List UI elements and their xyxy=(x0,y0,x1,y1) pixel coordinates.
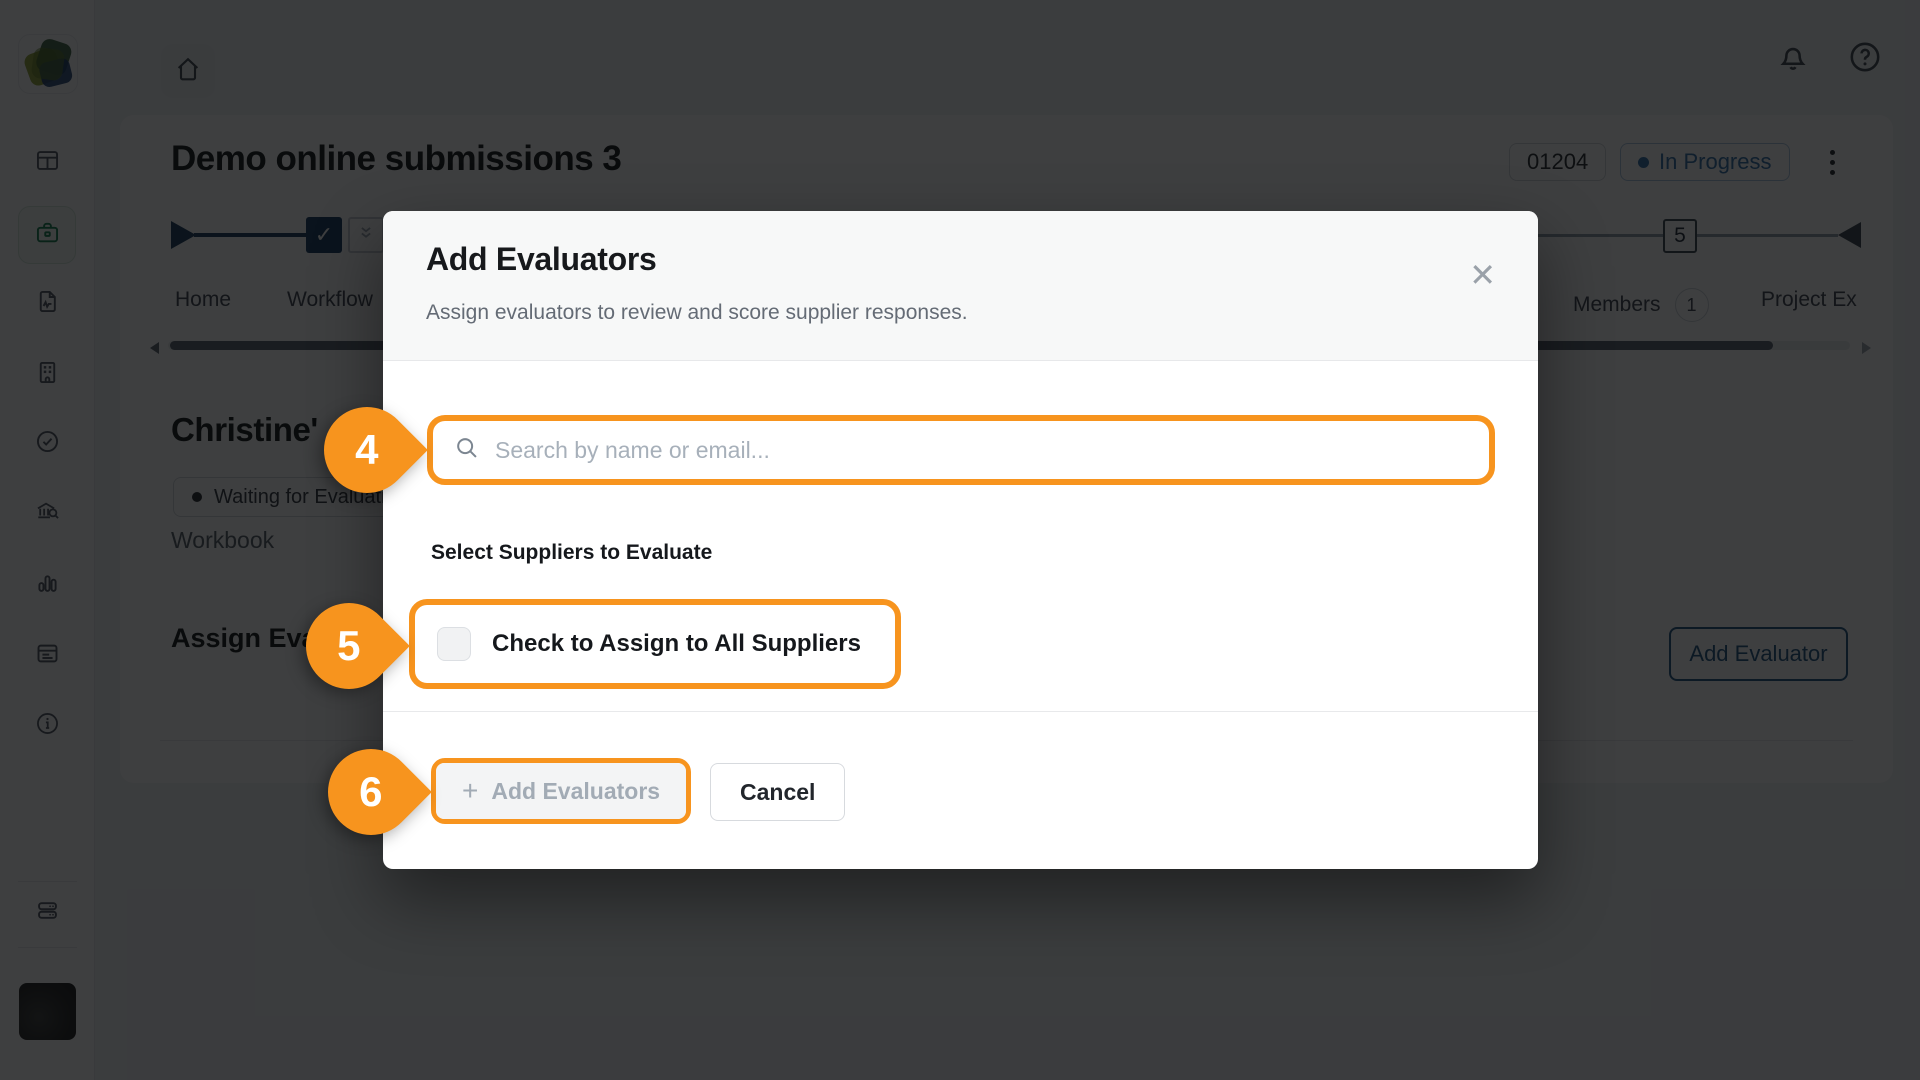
plus-icon: + xyxy=(462,775,478,807)
marker-number: 4 xyxy=(355,426,378,474)
search-icon xyxy=(453,434,480,466)
modal-footer-divider xyxy=(383,711,1538,712)
search-input[interactable] xyxy=(495,437,1469,464)
modal-title: Add Evaluators xyxy=(426,241,657,278)
close-icon[interactable]: ✕ xyxy=(1469,259,1496,291)
cancel-button[interactable]: Cancel xyxy=(710,763,845,821)
marker-number: 6 xyxy=(359,768,382,816)
add-evaluators-button[interactable]: + Add Evaluators xyxy=(436,763,686,819)
add-evaluators-modal: Add Evaluators Assign evaluators to revi… xyxy=(383,211,1538,869)
select-suppliers-label: Select Suppliers to Evaluate xyxy=(431,541,712,565)
modal-header: Add Evaluators Assign evaluators to revi… xyxy=(383,211,1538,361)
modal-subtitle: Assign evaluators to review and score su… xyxy=(426,301,968,325)
search-highlight-ring xyxy=(427,415,1495,485)
button-label: Cancel xyxy=(740,779,815,806)
button-label: Add Evaluators xyxy=(491,778,660,805)
add-evaluators-highlight-ring: + Add Evaluators xyxy=(431,758,691,824)
assign-all-highlight-ring: Check to Assign to All Suppliers xyxy=(409,599,901,689)
assign-all-label: Check to Assign to All Suppliers xyxy=(492,630,861,658)
marker-number: 5 xyxy=(337,622,360,670)
assign-all-checkbox[interactable] xyxy=(437,627,471,661)
screen: Demo online submissions 3 01204 In Progr… xyxy=(0,0,1920,1080)
